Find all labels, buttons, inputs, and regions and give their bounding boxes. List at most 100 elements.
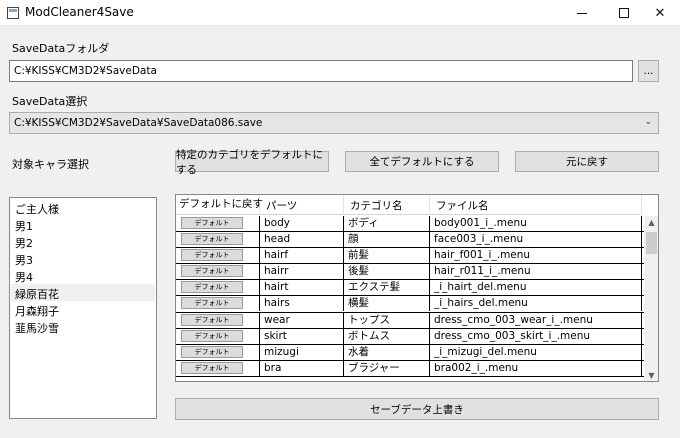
browse-folder-button[interactable]: ... xyxy=(638,60,659,82)
character-list[interactable]: ご主人様 男1 男2 男3 男4 緑原百花 月森翔子 韮馬沙雪 xyxy=(9,197,157,419)
category-default-button[interactable]: 特定のカテゴリをデフォルトにする xyxy=(175,149,329,176)
savedata-select-value: C:¥KISS¥CM3D2¥SaveData¥SaveData086.save xyxy=(14,117,263,129)
filename-cell: _i_mizugi_del.menu xyxy=(430,344,642,360)
minimize-button[interactable] xyxy=(560,0,604,26)
table-row[interactable]: デフォルト skirt ボトムス dress_cmo_003_skirt_i_.men… xyxy=(176,328,644,345)
reset-cell: デフォルト xyxy=(176,360,260,376)
category-cell: 水着 xyxy=(344,344,430,360)
table-row[interactable]: デフォルト wear トップス dress_cmo_003_wear_i_.menu xyxy=(176,312,644,329)
table-row[interactable]: デフォルト hairr 後髪 hair_r011_i_.menu xyxy=(176,264,644,281)
table-row[interactable]: デフォルト body ボディ body001_i_.menu xyxy=(176,216,644,233)
filename-cell: face003_i_.menu xyxy=(430,232,642,248)
savedata-folder-label: SaveDataフォルダ xyxy=(12,42,110,55)
restore-button[interactable]: 元に戻す xyxy=(515,151,659,172)
grid-rows: デフォルト body ボディ body001_i_.menu デフォルト head 顔 fac… xyxy=(176,216,644,377)
reset-cell: デフォルト xyxy=(176,296,260,312)
reset-cell: デフォルト xyxy=(176,248,260,264)
reset-cell: デフォルト xyxy=(176,344,260,360)
reset-default-button[interactable]: デフォルト xyxy=(181,265,243,278)
parts-grid: デフォルトに戻す パーツ カテゴリ名 ファイル名 デフォルト body ボディ bod… xyxy=(175,194,659,382)
table-row[interactable]: デフォルト head 顔 face003_i_.menu xyxy=(176,232,644,249)
list-item[interactable]: 月森翔子 xyxy=(11,301,155,318)
reset-cell: デフォルト xyxy=(176,328,260,344)
category-cell: 顔 xyxy=(344,232,430,248)
reset-cell: デフォルト xyxy=(176,216,260,231)
filename-cell: _i_hairt_del.menu xyxy=(430,280,642,296)
list-item[interactable]: 男3 xyxy=(11,250,155,267)
category-cell: 後髪 xyxy=(344,264,430,280)
filename-cell: dress_cmo_003_wear_i_.menu xyxy=(430,312,642,328)
grid-header: デフォルトに戻す パーツ カテゴリ名 ファイル名 xyxy=(176,195,642,215)
app-icon xyxy=(7,7,19,19)
table-row[interactable]: デフォルト hairt エクステ髪 _i_hairt_del.menu xyxy=(176,280,644,297)
category-cell: 前髪 xyxy=(344,248,430,264)
category-cell: トップス xyxy=(344,312,430,328)
table-row[interactable]: デフォルト hairs 横髪 _i_hairs_del.menu xyxy=(176,296,644,313)
scroll-down-icon[interactable]: ▼ xyxy=(644,371,658,380)
reset-default-button[interactable]: デフォルト xyxy=(181,361,243,374)
category-cell: ブラジャー xyxy=(344,360,430,376)
filename-cell: _i_hairs_del.menu xyxy=(430,296,642,312)
savedata-folder-input[interactable]: C:¥KISS¥CM3D2¥SaveData xyxy=(9,60,633,82)
part-cell: hairf xyxy=(260,248,344,264)
filename-cell: hair_r011_i_.menu xyxy=(430,264,642,280)
category-cell: ボディ xyxy=(344,216,430,231)
reset-cell: デフォルト xyxy=(176,264,260,280)
column-header[interactable]: デフォルトに戻す xyxy=(176,195,263,215)
part-cell: bra xyxy=(260,360,344,376)
part-cell: wear xyxy=(260,312,344,328)
minimize-icon xyxy=(577,12,587,14)
list-item[interactable]: 男1 xyxy=(11,216,155,233)
close-button[interactable]: ✕ xyxy=(638,0,680,26)
reset-default-button[interactable]: デフォルト xyxy=(181,329,243,342)
maximize-icon xyxy=(619,8,629,18)
target-chara-label: 対象キャラ選択 xyxy=(12,158,89,171)
chevron-down-icon: ⌄ xyxy=(644,117,652,127)
filename-cell: dress_cmo_003_skirt_i_.menu xyxy=(430,328,642,344)
vertical-scrollbar[interactable]: ▲ ▼ xyxy=(644,216,658,381)
list-item[interactable]: ご主人様 xyxy=(11,199,155,216)
close-icon: ✕ xyxy=(654,5,666,21)
column-header[interactable]: パーツ xyxy=(260,195,344,215)
reset-default-button[interactable]: デフォルト xyxy=(181,313,243,326)
reset-cell: デフォルト xyxy=(176,280,260,296)
list-item[interactable]: 韮馬沙雪 xyxy=(11,318,155,335)
part-cell: head xyxy=(260,232,344,248)
part-cell: mizugi xyxy=(260,344,344,360)
reset-default-button[interactable]: デフォルト xyxy=(181,249,243,262)
column-header[interactable]: ファイル名 xyxy=(430,195,642,215)
part-cell: hairs xyxy=(260,296,344,312)
reset-cell: デフォルト xyxy=(176,232,260,248)
category-cell: 横髪 xyxy=(344,296,430,312)
table-row[interactable]: デフォルト mizugi 水着 _i_mizugi_del.menu xyxy=(176,344,644,361)
table-row[interactable]: デフォルト bra ブラジャー bra002_i_.menu xyxy=(176,360,644,377)
savedata-select-dropdown[interactable]: C:¥KISS¥CM3D2¥SaveData¥SaveData086.save … xyxy=(9,112,659,134)
window-title: ModCleaner4Save xyxy=(25,5,134,19)
scroll-up-icon[interactable]: ▲ xyxy=(644,218,658,227)
reset-default-button[interactable]: デフォルト xyxy=(181,345,243,358)
save-overwrite-button[interactable]: セーブデータ上書き xyxy=(175,398,659,420)
part-cell: body xyxy=(260,216,344,231)
part-cell: hairt xyxy=(260,280,344,296)
list-item[interactable]: 男4 xyxy=(11,267,155,284)
title-bar: ModCleaner4Save ✕ xyxy=(0,0,680,26)
category-cell: ボトムス xyxy=(344,328,430,344)
reset-default-button[interactable]: デフォルト xyxy=(181,297,243,310)
filename-cell: bra002_i_.menu xyxy=(430,360,642,376)
reset-cell: デフォルト xyxy=(176,312,260,328)
part-cell: hairr xyxy=(260,264,344,280)
table-row[interactable]: デフォルト hairf 前髪 hair_f001_i_.menu xyxy=(176,248,644,265)
reset-default-button[interactable]: デフォルト xyxy=(181,217,243,229)
list-item[interactable]: 男2 xyxy=(11,233,155,250)
list-item-selected[interactable]: 緑原百花 xyxy=(11,284,155,301)
category-cell: エクステ髪 xyxy=(344,280,430,296)
reset-default-button[interactable]: デフォルト xyxy=(181,281,243,294)
all-default-button[interactable]: 全てデフォルトにする xyxy=(345,151,499,172)
filename-cell: hair_f001_i_.menu xyxy=(430,248,642,264)
savedata-select-label: SaveData選択 xyxy=(12,95,88,108)
filename-cell: body001_i_.menu xyxy=(430,216,642,231)
scroll-thumb[interactable] xyxy=(646,232,657,254)
part-cell: skirt xyxy=(260,328,344,344)
reset-default-button[interactable]: デフォルト xyxy=(181,233,243,246)
column-header[interactable]: カテゴリ名 xyxy=(344,195,430,215)
